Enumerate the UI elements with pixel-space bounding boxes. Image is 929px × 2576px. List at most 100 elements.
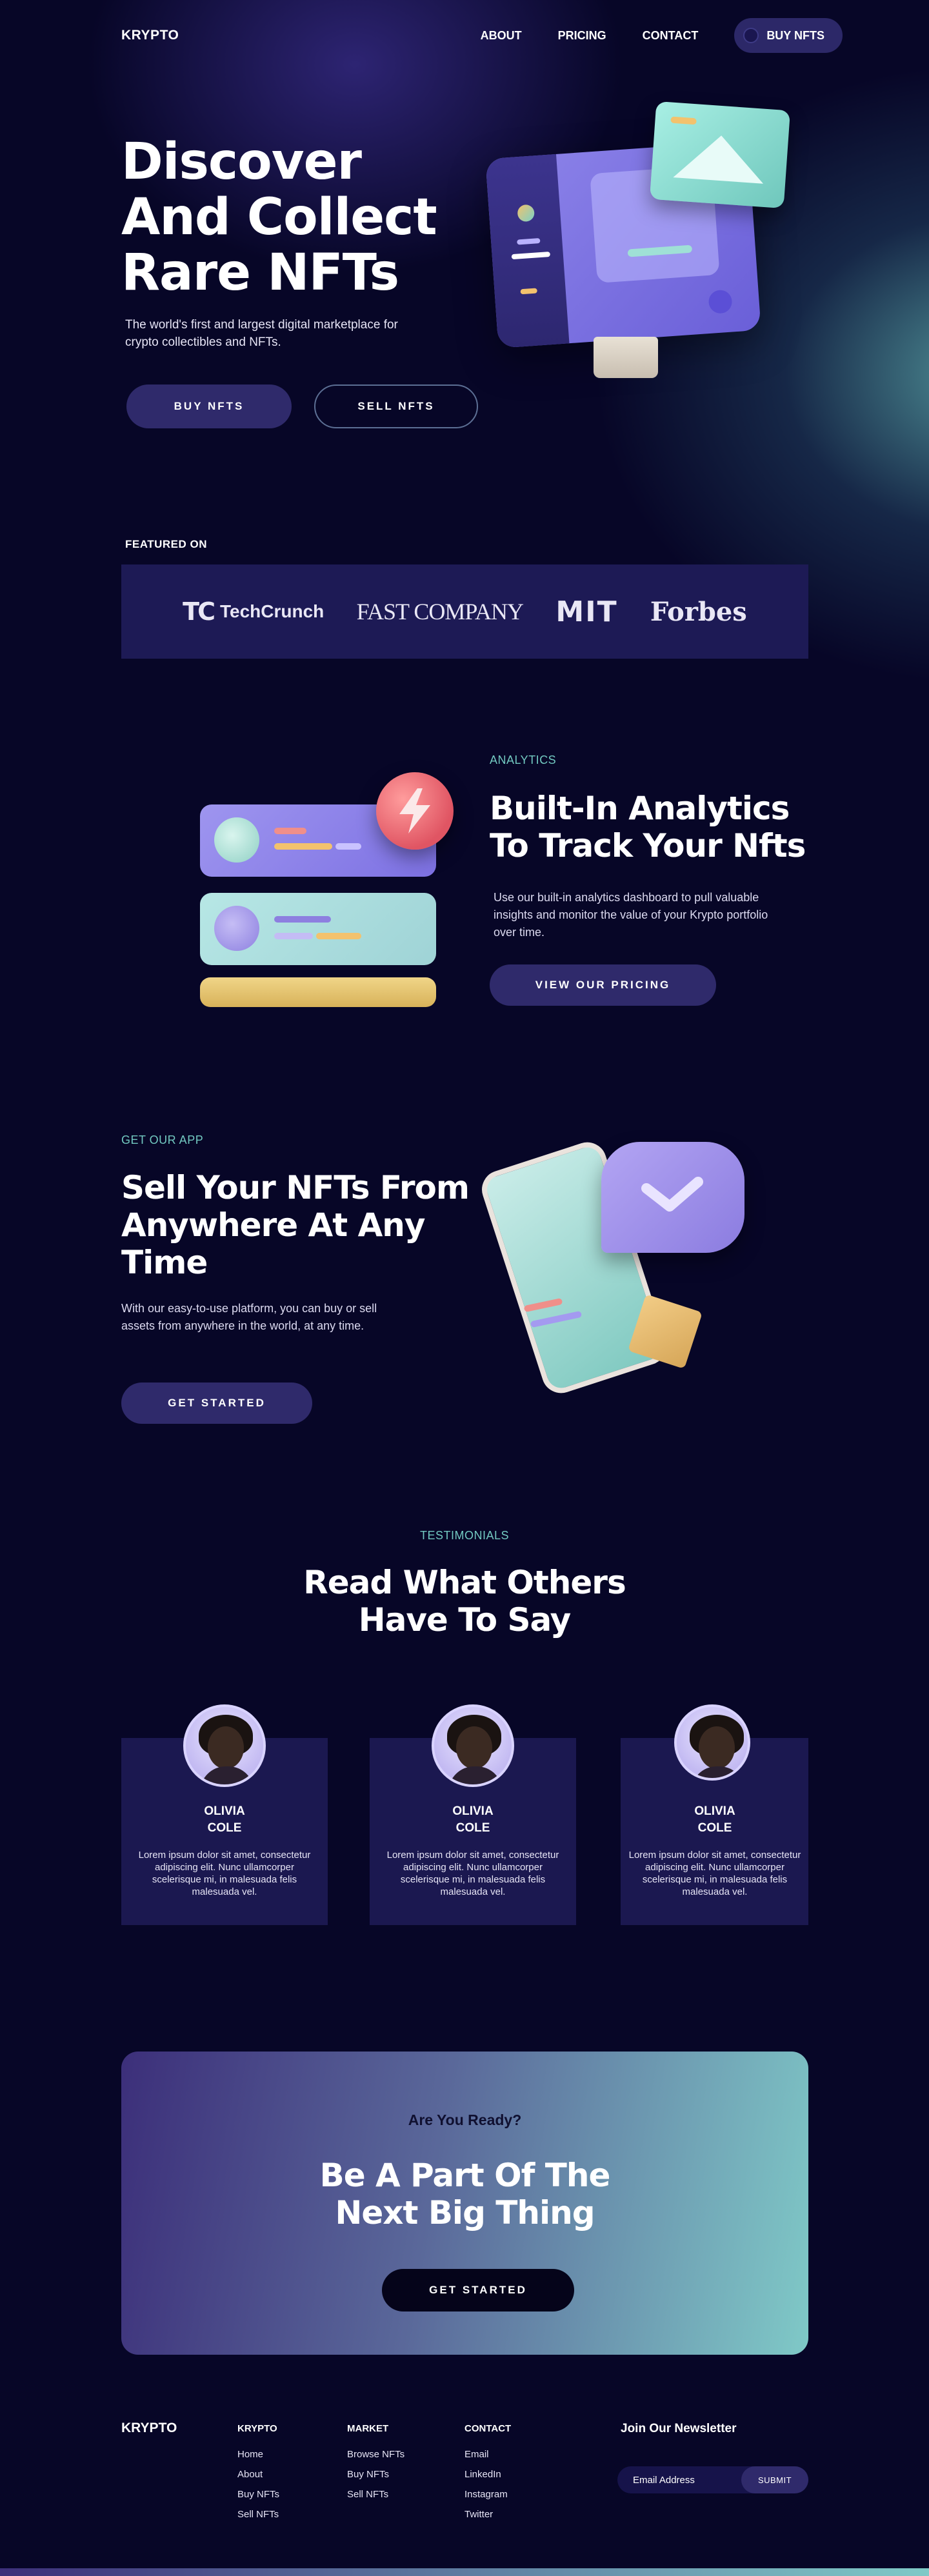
techcrunch-logo[interactable]: TC TechCrunch — [183, 597, 324, 626]
footer-link-email[interactable]: Email — [464, 2448, 511, 2461]
analytics-title: Built-In Analytics To Track Your Nfts — [490, 790, 851, 864]
testimonial-last-name: COLE — [697, 1821, 732, 1835]
footer-link-home[interactable]: Home — [237, 2448, 279, 2461]
techcrunch-mark-icon: TC — [183, 597, 215, 626]
buy-nfts-nav-button[interactable]: BUY NFTS — [734, 18, 843, 53]
avatar — [432, 1704, 514, 1787]
monitor-stand — [594, 337, 658, 378]
get-started-cta-button[interactable]: GET STARTED — [382, 2269, 574, 2311]
top-nav: KRYPTO ABOUT PRICING CONTACT BUY NFTS — [121, 18, 843, 53]
avatar — [183, 1704, 266, 1787]
cta-eyebrow: Are You Ready? — [408, 2112, 522, 2128]
lightning-icon — [376, 772, 454, 850]
sell-nfts-button[interactable]: SELL NFTS — [314, 384, 478, 428]
app-title: Sell Your NFTs From Anywhere At Any Time — [121, 1169, 483, 1281]
analytics-title-line: Built-In Analytics — [490, 790, 790, 827]
footer-link-about[interactable]: About — [237, 2468, 279, 2481]
featured-logos: TC TechCrunch FAST COMPANY MIT Forbes — [121, 564, 808, 659]
testimonial-name: OLIVIA COLE — [612, 1803, 818, 1837]
chat-bubble-illustration — [601, 1142, 744, 1253]
app-eyebrow: GET OUR APP — [121, 1133, 204, 1146]
testimonial-last-name: COLE — [455, 1821, 490, 1835]
chart-pill — [274, 843, 332, 850]
view-pricing-button[interactable]: VIEW OUR PRICING — [490, 964, 716, 1006]
footer-column-title: MARKET — [347, 2423, 389, 2434]
testimonial-first-name: OLIVIA — [452, 1804, 494, 1818]
newsletter-submit-button[interactable]: SUBMIT — [741, 2466, 808, 2493]
avatar-face — [208, 1726, 244, 1769]
check-icon — [641, 1177, 703, 1212]
buy-nfts-nav-label: BUY NFTS — [766, 28, 824, 42]
testimonial-text: Lorem ipsum dolor sit amet, consectetur … — [386, 1850, 559, 1897]
footer-link-browse-nfts[interactable]: Browse NFTs — [347, 2448, 405, 2461]
nav-links: ABOUT PRICING CONTACT BUY NFTS — [481, 18, 843, 53]
analytics-card-illustration — [200, 977, 436, 1007]
hero-title-line: And Collect — [121, 188, 437, 246]
chart-pill — [274, 916, 331, 923]
testimonial-text: Lorem ipsum dolor sit amet, consectetur … — [628, 1850, 801, 1897]
testimonial-first-name: OLIVIA — [204, 1804, 245, 1818]
footer-link-twitter[interactable]: Twitter — [464, 2508, 511, 2521]
testimonials-title: Read What Others Have To Say — [0, 1564, 929, 1639]
footer-link-sell-nfts[interactable]: Sell NFTs — [237, 2508, 279, 2521]
featured-label: FEATURED ON — [125, 538, 208, 550]
footer-link-instagram[interactable]: Instagram — [464, 2488, 511, 2501]
monitor-sidebar — [485, 154, 570, 348]
nav-pricing-link[interactable]: PRICING — [558, 29, 606, 43]
globe-icon — [214, 906, 259, 951]
testimonial-last-name: COLE — [207, 1821, 242, 1835]
avatar-face — [456, 1726, 492, 1769]
analytics-eyebrow: ANALYTICS — [490, 754, 557, 766]
app-title-line: Anywhere At Any — [121, 1206, 425, 1244]
chart-pill — [274, 933, 313, 939]
image-bar — [670, 116, 697, 125]
image-card-illustration — [649, 101, 791, 209]
footer-column-krypto: KRYPTO Home About Buy NFTs Sell NFTs — [237, 2423, 279, 2528]
buy-nfts-button[interactable]: BUY NFTS — [126, 384, 292, 428]
testimonial-first-name: OLIVIA — [694, 1804, 735, 1818]
footer-logo[interactable]: KRYPTO — [121, 2421, 177, 2436]
forbes-logo[interactable]: Forbes — [650, 597, 747, 627]
footer-column-title: CONTACT — [464, 2423, 512, 2434]
avatar — [674, 1704, 750, 1781]
nav-contact-link[interactable]: CONTACT — [643, 29, 699, 43]
newsletter-title: Join Our Newsletter — [621, 2422, 737, 2435]
hero-title-line: Rare NFTs — [121, 244, 399, 302]
globe-icon — [214, 817, 259, 863]
footer-column-contact: CONTACT Email LinkedIn Instagram Twitter — [464, 2423, 511, 2528]
hero-subtitle: The world's first and largest digital ma… — [125, 318, 398, 349]
avatar-body — [200, 1766, 254, 1784]
testimonial-name: OLIVIA COLE — [370, 1803, 576, 1837]
testimonials-title-line: Read What Others — [303, 1564, 626, 1601]
avatar-face — [699, 1726, 735, 1769]
app-title-line: Sell Your NFTs From — [121, 1169, 470, 1206]
bottom-gradient-strip — [0, 2568, 929, 2576]
techcrunch-wordmark: TechCrunch — [219, 601, 325, 621]
newsletter-email-input[interactable] — [617, 2466, 740, 2493]
analytics-title-line: To Track Your Nfts — [490, 827, 806, 864]
analytics-card-illustration — [200, 893, 436, 965]
testimonial-name: OLIVIA COLE — [121, 1803, 328, 1837]
testimonials-title-line: Have To Say — [358, 1601, 572, 1639]
testimonials-eyebrow: TESTIMONIALS — [419, 1529, 510, 1542]
testimonial-text: Lorem ipsum dolor sit amet, consectetur … — [138, 1850, 311, 1897]
logo[interactable]: KRYPTO — [121, 28, 179, 43]
nav-about-link[interactable]: ABOUT — [481, 29, 522, 43]
chart-pill — [316, 933, 361, 939]
cta-title-line: Be A Part Of The — [319, 2157, 611, 2194]
mit-logo[interactable]: MIT — [555, 595, 617, 628]
mountain-icon — [673, 132, 766, 184]
footer-column-title: KRYPTO — [237, 2423, 277, 2434]
hero-title-line: Discover — [121, 133, 362, 191]
chart-pill — [335, 843, 361, 850]
footer-link-linkedin[interactable]: LinkedIn — [464, 2468, 511, 2481]
app-title-line: Time — [121, 1244, 208, 1281]
footer-link-buy-nfts[interactable]: Buy NFTs — [347, 2468, 405, 2481]
fast-company-logo[interactable]: FAST COMPANY — [357, 598, 524, 625]
footer-column-market: MARKET Browse NFTs Buy NFTs Sell NFTs — [347, 2423, 405, 2508]
landing-page: KRYPTO ABOUT PRICING CONTACT BUY NFTS Di… — [0, 0, 929, 2576]
footer-link-sell-nfts[interactable]: Sell NFTs — [347, 2488, 405, 2501]
footer-link-buy-nfts[interactable]: Buy NFTs — [237, 2488, 279, 2501]
monitor-ball — [708, 289, 733, 314]
get-started-app-button[interactable]: GET STARTED — [121, 1383, 312, 1424]
